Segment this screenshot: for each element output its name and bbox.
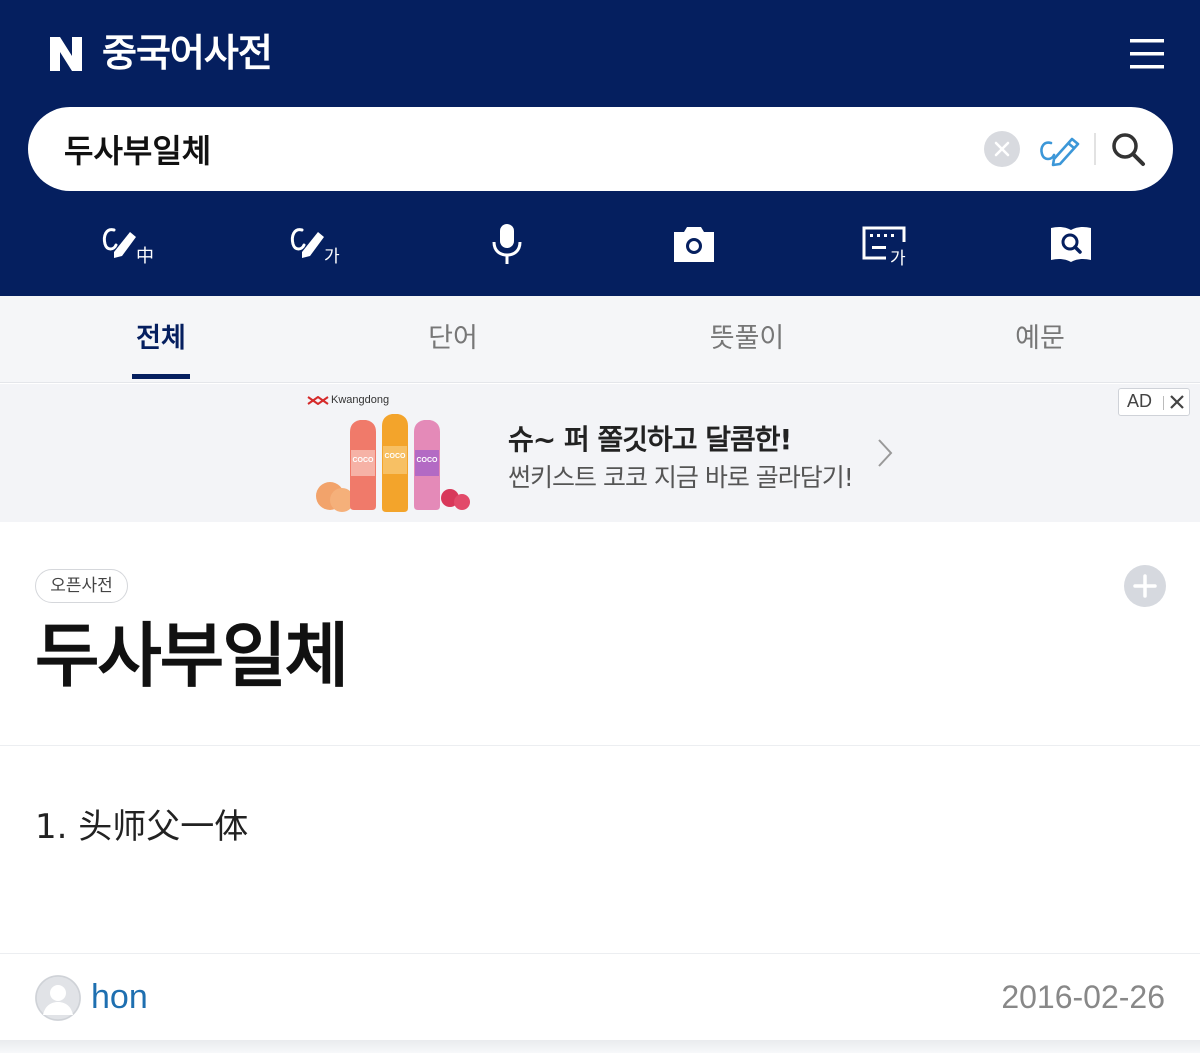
- svg-text:가: 가: [324, 247, 340, 267]
- ad-label: AD: [1127, 391, 1153, 411]
- tab-definitions[interactable]: 뜻풀이: [647, 296, 847, 383]
- hamburger-menu-icon[interactable]: [1126, 34, 1170, 74]
- svg-text:가: 가: [890, 249, 906, 269]
- microphone-icon[interactable]: [477, 218, 537, 270]
- plus-icon[interactable]: [1124, 565, 1166, 607]
- close-icon[interactable]: [1168, 393, 1186, 411]
- ad-badge[interactable]: AD: [1118, 388, 1190, 416]
- ad-badge-divider: [1163, 396, 1164, 410]
- entry-meaning: 1. 头师父一体: [35, 807, 249, 847]
- search-input[interactable]: [64, 125, 944, 173]
- app-title[interactable]: 중국어사전: [102, 28, 273, 78]
- app-header: 중국어사전 中 가: [0, 0, 1200, 296]
- ad-brand: Kwangdong: [331, 394, 390, 406]
- ad-title[interactable]: 슈~ 퍼 쫄깃하고 달콤한!: [508, 418, 792, 458]
- product-bottles-image: COCO COCO COCO: [316, 414, 470, 512]
- close-circle-icon[interactable]: [984, 131, 1020, 167]
- korean-handwriting-icon[interactable]: 가: [288, 218, 348, 270]
- brand-logo-icon: [307, 396, 329, 405]
- handwriting-pen-icon[interactable]: [1036, 127, 1082, 171]
- user-avatar-icon[interactable]: [35, 975, 81, 1021]
- naver-logo[interactable]: [48, 34, 84, 74]
- ad-description[interactable]: 썬키스트 코코 지금 바로 골라담기!: [508, 458, 854, 494]
- result-tabs: 전체 단어 뜻풀이 예문: [0, 296, 1200, 383]
- tab-words[interactable]: 단어: [353, 296, 553, 383]
- search-box: [28, 107, 1173, 191]
- search-divider: [1094, 133, 1096, 165]
- chevron-right-icon[interactable]: [874, 436, 896, 470]
- entry-title: 두사부일체: [35, 615, 349, 697]
- chinese-handwriting-icon[interactable]: 中: [100, 218, 160, 270]
- source-tag[interactable]: 오픈사전: [35, 569, 128, 603]
- bottle-label: COCO: [385, 453, 407, 460]
- bottle-label: COCO: [417, 457, 439, 464]
- author-link[interactable]: hon: [91, 974, 148, 1020]
- tab-all[interactable]: 전체: [61, 296, 261, 383]
- input-tools: 中 가 가: [0, 218, 1200, 274]
- magnifier-icon[interactable]: [1108, 129, 1148, 169]
- dictionary-search-icon[interactable]: [1041, 218, 1101, 270]
- korean-keyboard-icon[interactable]: 가: [854, 218, 914, 270]
- bottom-shade: [0, 1040, 1200, 1053]
- section-divider: [0, 953, 1200, 954]
- svg-text:中: 中: [136, 246, 154, 267]
- ad-banner[interactable]: Kwangdong COCO COCO COCO 슈~ 퍼 쫄깃하고 달콤한! …: [0, 384, 1200, 522]
- entry-date: 2016-02-26: [1001, 979, 1165, 1015]
- camera-icon[interactable]: [664, 218, 724, 270]
- section-divider: [0, 745, 1200, 746]
- bottle-label: COCO: [353, 457, 375, 464]
- tab-examples[interactable]: 예문: [940, 296, 1140, 383]
- active-tab-indicator: [132, 374, 190, 379]
